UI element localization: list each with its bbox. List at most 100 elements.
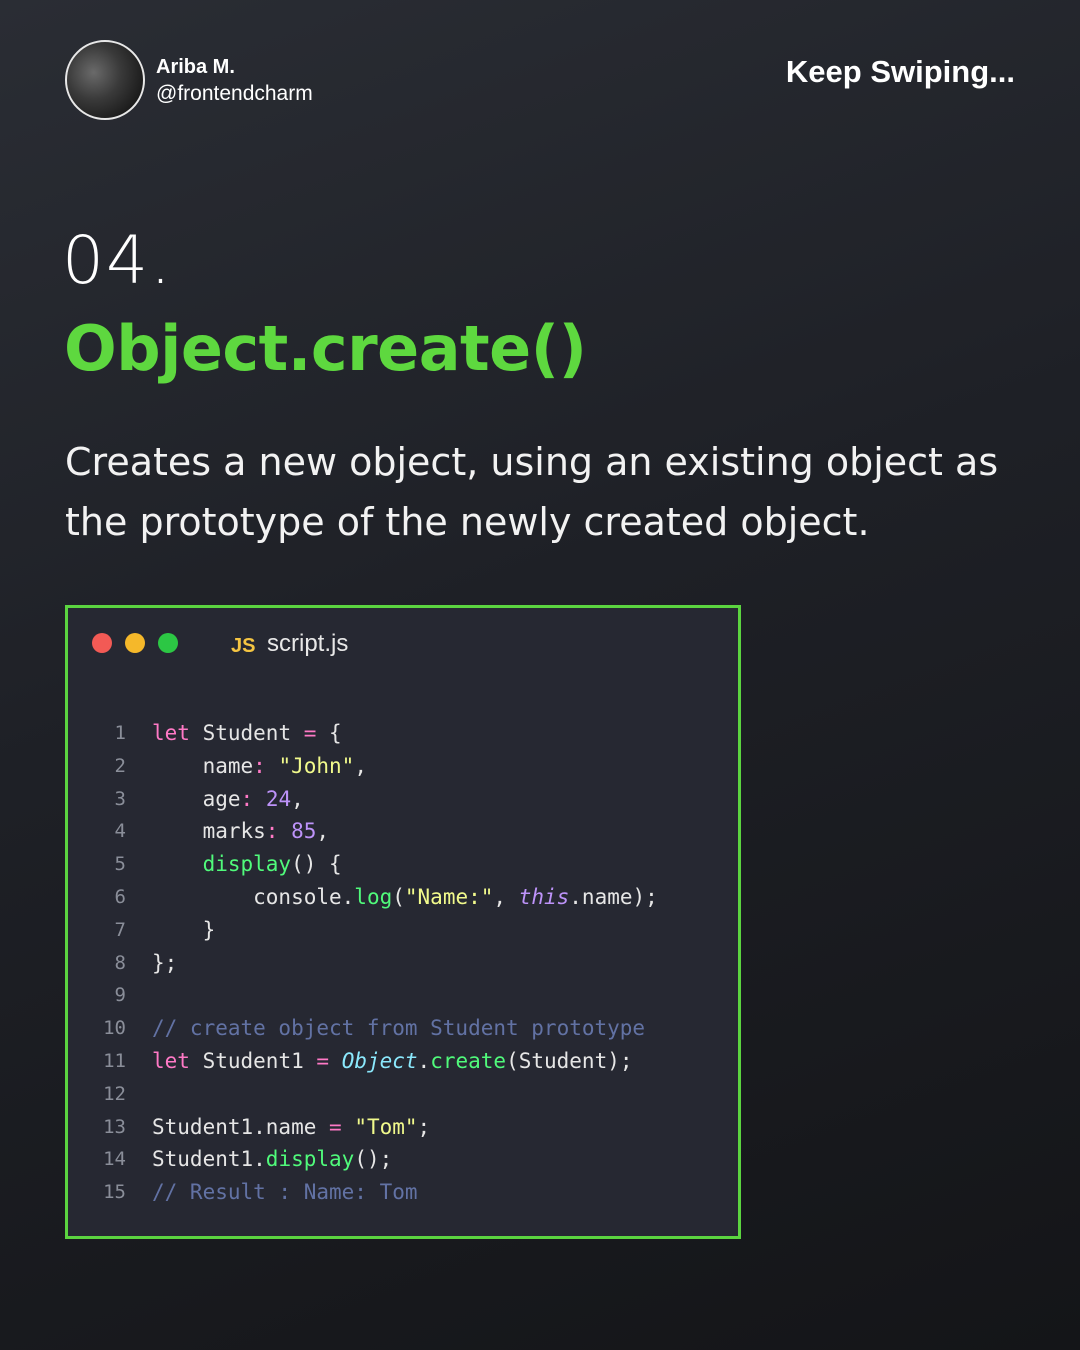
code-token-plain: () { (291, 852, 342, 877)
line-number: 7 (114, 918, 126, 941)
code-line: 6 console.log("Name:", this.name); (68, 881, 738, 914)
file-name-tab[interactable]: script.js (267, 630, 348, 658)
code-token-comment: // Result : Name: Tom (152, 1180, 418, 1205)
close-window-dot[interactable] (92, 633, 112, 653)
line-number: 13 (103, 1115, 126, 1138)
javascript-file-icon: JS (231, 635, 256, 657)
code-token-plain: ( (392, 884, 405, 909)
code-token-string: "Name:" (404, 884, 494, 909)
code-token-plain: age (152, 786, 241, 811)
line-number: 12 (103, 1082, 126, 1105)
code-token-plain: marks (152, 819, 266, 844)
code-line: 3 age: 24, (68, 783, 738, 816)
author-avatar[interactable] (65, 40, 145, 120)
slide-number: 04. (62, 222, 173, 299)
line-number: 6 (114, 885, 126, 908)
code-token-number: 85 (291, 819, 317, 844)
code-token-func: create (430, 1048, 507, 1073)
code-token-plain: , (354, 753, 367, 778)
code-token-op: : (253, 753, 266, 778)
line-number: 1 (114, 722, 126, 744)
code-token-plain: name (152, 753, 254, 778)
code-line: 5 display() { (68, 848, 738, 881)
code-token-op: : (240, 786, 254, 811)
line-number: 14 (103, 1148, 126, 1171)
code-text: console.log("Name:", this.name); (152, 881, 658, 914)
line-number: 4 (114, 820, 126, 843)
code-token-plain: { (316, 721, 342, 745)
line-number: 2 (114, 754, 126, 777)
line-number: 5 (114, 853, 126, 876)
code-text: } (152, 914, 216, 947)
code-block: 1 let Student = {2 name: "John", 3 age: 24… (68, 717, 738, 1209)
code-line: 1 let Student = { (68, 717, 738, 750)
code-token-number: 24 (265, 786, 292, 811)
code-token-plain: (Student); (506, 1048, 633, 1073)
slide-title: Object.create() (64, 312, 587, 385)
code-token-string: "Tom" (354, 1114, 418, 1139)
code-line: 11 let Student1 = Object.create(Student); (68, 1045, 738, 1078)
code-token-this: this (518, 884, 570, 909)
code-token-plain: Student1.name (152, 1114, 330, 1139)
code-text: }; (152, 947, 177, 980)
code-token-keyword: let (152, 1048, 190, 1073)
code-token-op: = (329, 1114, 342, 1139)
code-token-func: display (265, 1147, 355, 1172)
code-line: 8}; (68, 947, 738, 980)
code-editor-window: JS script.js 1 let Student = {2 name: "Jo… (65, 605, 741, 1239)
maximize-window-dot[interactable] (158, 633, 178, 653)
code-token-plain: console. (152, 884, 355, 909)
code-line: 4 marks: 85, (68, 815, 738, 848)
code-text: name: "John", (152, 750, 367, 783)
code-token-plain: , (493, 884, 519, 909)
code-text: // create object from Student prototype (152, 1012, 645, 1045)
code-token-plain: Student1. (152, 1147, 266, 1172)
line-number: 15 (103, 1181, 126, 1204)
code-token-plain: . (417, 1048, 431, 1073)
code-token-keyword: let (152, 721, 190, 745)
code-line: 2 name: "John", (68, 750, 738, 783)
code-line: 10 // create object from Student prototyp… (68, 1012, 738, 1045)
code-text: let Student1 = Object.create(Student); (152, 1045, 633, 1078)
code-token-string: "John" (278, 753, 355, 778)
code-line: 7 } (68, 914, 738, 947)
code-token-op: : (265, 819, 279, 844)
keep-swiping-label: Keep Swiping... (785, 54, 1015, 89)
code-token-plain: , (316, 819, 330, 844)
code-token-plain: , (291, 786, 304, 811)
code-token-op: = (316, 1048, 330, 1073)
code-token-plain: }; (152, 950, 178, 975)
code-text: let Student = { (152, 717, 342, 750)
code-line: 13 Student1.name = "Tom"; (68, 1111, 738, 1144)
code-token-plain: ; (417, 1114, 431, 1139)
line-number: 8 (114, 951, 126, 974)
code-text: age: 24, (152, 783, 304, 816)
code-line: 12 (68, 1078, 738, 1111)
code-token-plain: .name); (569, 884, 658, 909)
code-line: 15 // Result : Name: Tom (68, 1176, 738, 1209)
slide-description: Creates a new object, using an existing … (65, 440, 999, 544)
code-token-plain: } (152, 917, 216, 942)
code-line: 9 (68, 979, 738, 1012)
code-text: Student1.name = "Tom"; (152, 1111, 430, 1144)
line-number: 3 (114, 787, 126, 810)
line-number: 9 (114, 984, 126, 1007)
author-name[interactable]: Ariba M. (156, 56, 235, 79)
author-handle[interactable]: @frontendcharm (156, 82, 313, 106)
code-token-func: log (354, 884, 393, 909)
code-token-comment: // create object from Student prototype (152, 1016, 646, 1041)
code-token-func: display (202, 852, 292, 877)
code-text: display() { (152, 848, 342, 881)
code-line: 14 Student1.display(); (68, 1143, 738, 1176)
code-token-plain: Student (189, 721, 304, 745)
code-text: Student1.display(); (152, 1143, 392, 1176)
code-token-plain: Student1 (189, 1048, 317, 1073)
minimize-window-dot[interactable] (125, 633, 145, 653)
code-token-builtin: Object (341, 1048, 418, 1073)
header: Ariba M. @frontendcharm Keep Swiping... (65, 40, 1015, 122)
